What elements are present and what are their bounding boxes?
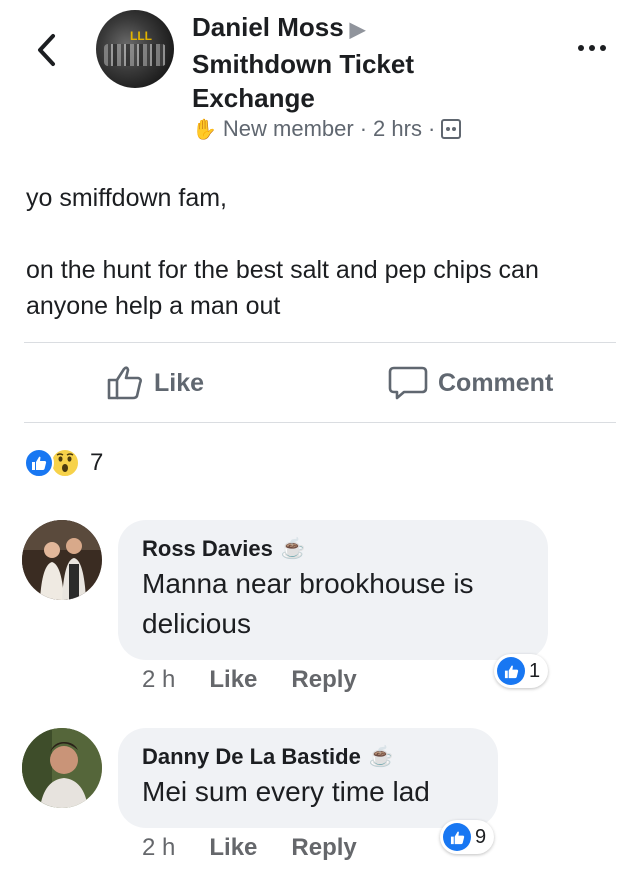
- meta-separator: ·: [427, 116, 436, 141]
- group-privacy-icon: [441, 119, 462, 139]
- comment-bubble[interactable]: Danny De La Bastide ☕ Mei sum every time…: [118, 728, 498, 828]
- divider: [24, 422, 616, 423]
- like-reaction-icon: [443, 823, 471, 851]
- coffee-cup-icon: ☕: [368, 746, 394, 768]
- more-dot: [578, 45, 584, 51]
- group-avatar[interactable]: LLL: [96, 10, 174, 88]
- coffee-cup-icon: ☕: [280, 538, 306, 560]
- like-reaction-icon: [497, 657, 525, 685]
- post-paragraph: yo smiffdown fam,: [26, 184, 228, 212]
- comment-reaction-badge[interactable]: 1: [494, 654, 549, 688]
- arrow-right-icon: ▶: [349, 19, 366, 41]
- back-button[interactable]: [26, 28, 66, 72]
- wow-reaction-icon: [50, 448, 80, 478]
- comment-reaction-badge[interactable]: 9: [440, 820, 495, 854]
- comment-reply-button[interactable]: Reply: [291, 834, 356, 862]
- comment-actions: 2 h Like Reply: [142, 834, 357, 862]
- commenter-name[interactable]: Danny De La Bastide: [142, 742, 361, 772]
- comment-time[interactable]: 2 h: [142, 666, 175, 694]
- like-label: Like: [154, 368, 205, 397]
- comment-like-button[interactable]: Like: [209, 666, 257, 694]
- post-header-title: Daniel Moss ▶ Smithdown Ticket Exchange: [192, 10, 512, 115]
- avatar[interactable]: [22, 520, 102, 600]
- chevron-left-icon: [38, 34, 55, 66]
- like-button[interactable]: Like: [106, 360, 204, 406]
- comment-like-button[interactable]: Like: [209, 834, 257, 862]
- avatar[interactable]: [22, 728, 102, 808]
- post-body: yo smiffdown fam, on the hunt for the be…: [26, 180, 616, 360]
- divider: [24, 342, 616, 343]
- thumbs-up-icon: [107, 366, 142, 400]
- comment-text: Manna near brookhouse is delicious: [142, 568, 474, 639]
- reactions-summary[interactable]: 7: [24, 448, 103, 478]
- more-dot: [600, 45, 606, 51]
- more-options-button[interactable]: [572, 38, 612, 58]
- comment-icon: [388, 366, 428, 400]
- comment-button[interactable]: Comment: [388, 360, 553, 406]
- post-time[interactable]: 2 hrs: [373, 116, 422, 142]
- like-reaction-icon: [24, 448, 54, 478]
- comment-label: Comment: [438, 368, 554, 397]
- reaction-count: 7: [90, 449, 104, 476]
- commenter-name[interactable]: Ross Davies: [142, 534, 273, 564]
- member-badge: New member: [222, 116, 354, 141]
- post-paragraph: on the hunt for the best salt and pep ch…: [26, 256, 539, 320]
- wave-icon: ✋: [192, 118, 217, 141]
- more-dot: [589, 45, 595, 51]
- comment-bubble[interactable]: Ross Davies ☕ Manna near brookhouse is d…: [118, 520, 548, 660]
- comment-reaction-count: 9: [475, 825, 487, 848]
- author-name[interactable]: Daniel Moss: [192, 12, 344, 42]
- group-name[interactable]: Smithdown Ticket Exchange: [192, 49, 414, 113]
- comment-reply-button[interactable]: Reply: [291, 666, 356, 694]
- comment-reaction-count: 1: [529, 659, 541, 682]
- meta-separator: ·: [359, 116, 368, 141]
- comment-time[interactable]: 2 h: [142, 834, 175, 862]
- comment-actions: 2 h Like Reply: [142, 666, 357, 694]
- comment-text: Mei sum every time lad: [142, 776, 430, 807]
- post-meta: ✋ New member · 2 hrs ·: [192, 116, 462, 142]
